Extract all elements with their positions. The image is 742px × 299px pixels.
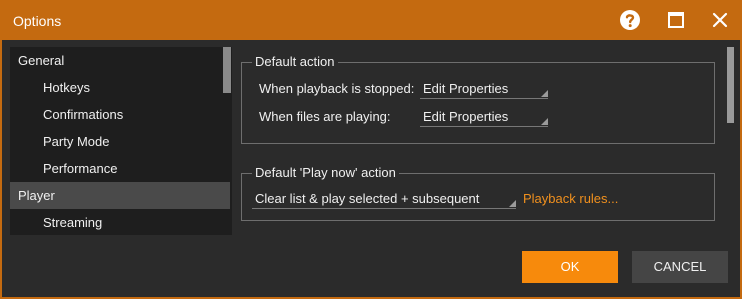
playback-rules-link[interactable]: Playback rules... (523, 191, 618, 206)
default-action-group: Default action (241, 54, 715, 144)
default-action-legend: Default action (252, 54, 338, 70)
options-tree[interactable]: General Hotkeys Confirmations Party Mode… (10, 47, 232, 235)
dropdown-arrow-icon (541, 118, 548, 125)
sidebar-item-streaming[interactable]: Streaming (10, 209, 232, 235)
playing-label: When files are playing: (259, 109, 391, 124)
options-content: Default action When playback is stopped:… (234, 47, 724, 235)
dropdown-arrow-icon (509, 200, 516, 207)
options-dialog: Options General Hotkeys Confirmations Pa… (0, 0, 742, 299)
maximize-icon[interactable] (664, 8, 688, 32)
sidebar-scrollbar[interactable] (223, 47, 231, 93)
help-icon[interactable] (618, 8, 642, 32)
ok-button[interactable]: OK (522, 251, 618, 283)
sidebar-item-hotkeys[interactable]: Hotkeys (10, 74, 232, 101)
close-icon[interactable] (708, 8, 732, 32)
playing-action-value: Edit Properties (423, 109, 509, 124)
sidebar-item-general[interactable]: General (10, 47, 230, 74)
sidebar-item-party-mode[interactable]: Party Mode (10, 128, 232, 155)
content-scrollbar[interactable] (727, 47, 734, 123)
window-title: Options (13, 13, 62, 29)
sidebar-item-performance[interactable]: Performance (10, 155, 232, 182)
play-now-value: Clear list & play selected + subsequent (255, 191, 480, 206)
sidebar-item-confirmations[interactable]: Confirmations (10, 101, 232, 128)
sidebar-item-player[interactable]: Player (10, 182, 230, 209)
playing-action-dropdown[interactable]: Edit Properties (420, 107, 548, 127)
play-now-legend: Default 'Play now' action (252, 165, 399, 181)
play-now-dropdown[interactable]: Clear list & play selected + subsequent (252, 189, 516, 209)
title-bar[interactable]: Options (2, 0, 742, 40)
stopped-action-dropdown[interactable]: Edit Properties (420, 79, 548, 99)
stopped-label: When playback is stopped: (259, 81, 415, 96)
dropdown-arrow-icon (541, 90, 548, 97)
stopped-action-value: Edit Properties (423, 81, 509, 96)
cancel-button[interactable]: CANCEL (632, 251, 728, 283)
